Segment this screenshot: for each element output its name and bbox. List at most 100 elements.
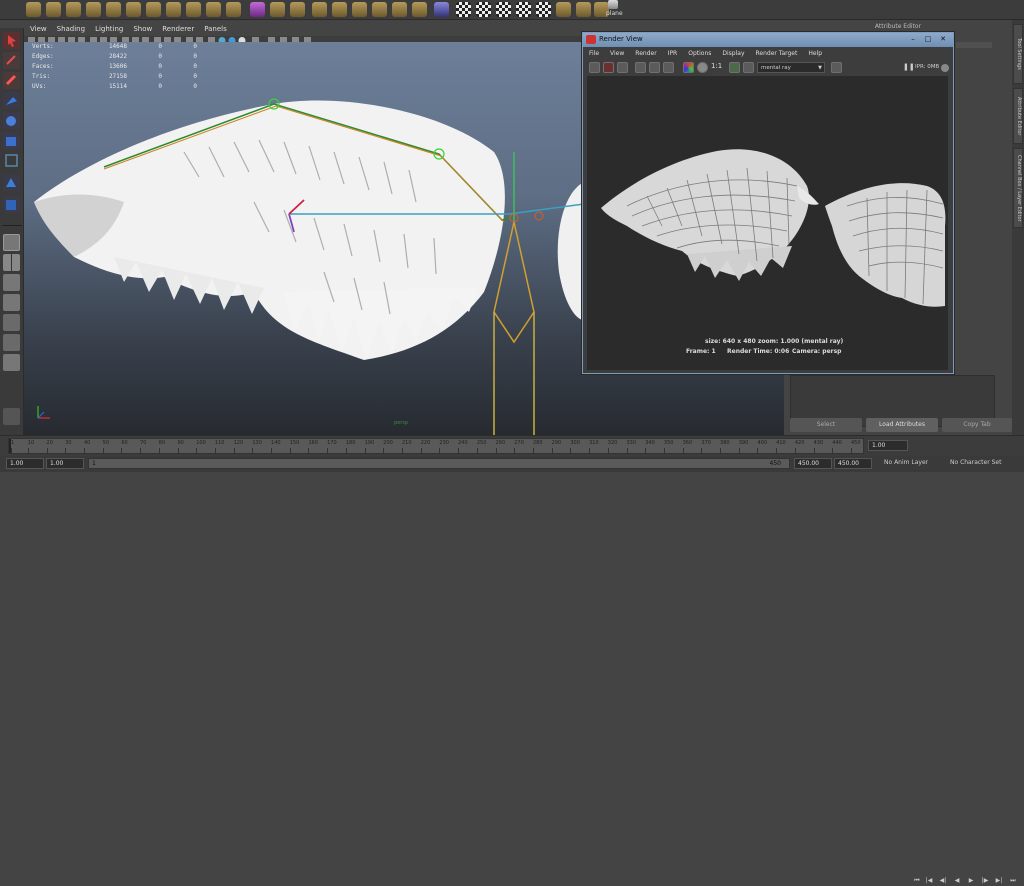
rv-menu-view[interactable]: View bbox=[610, 50, 624, 59]
step-forward-key-icon[interactable]: ▶| bbox=[994, 876, 1004, 886]
current-frame-field[interactable]: 1.00 bbox=[868, 440, 908, 451]
layout-two-icon[interactable] bbox=[3, 274, 20, 291]
anim-layer-select[interactable]: No Anim Layer bbox=[884, 459, 928, 466]
shelf-tool-icon[interactable] bbox=[106, 2, 121, 17]
menu-renderer[interactable]: Renderer bbox=[162, 25, 194, 36]
scale-tool-icon[interactable] bbox=[3, 132, 20, 149]
rv-menu-help[interactable]: Help bbox=[808, 50, 822, 59]
range-slider-bar[interactable]: 1 450 bbox=[88, 458, 790, 469]
load-attributes-button[interactable]: Load Attributes bbox=[866, 418, 938, 432]
paint-select-icon[interactable] bbox=[3, 72, 20, 89]
play-backward-icon[interactable]: ◀ bbox=[952, 876, 962, 886]
move-tool-icon[interactable] bbox=[3, 92, 20, 109]
shelf-tool-icon[interactable] bbox=[186, 2, 201, 17]
select-button[interactable]: Select bbox=[790, 418, 862, 432]
soft-mod-icon[interactable] bbox=[3, 174, 20, 191]
shelf-tool-icon[interactable] bbox=[576, 2, 591, 17]
shelf-tool-icon[interactable] bbox=[392, 2, 407, 17]
checker-icon[interactable] bbox=[496, 2, 511, 17]
step-forward-frame-icon[interactable]: |▶ bbox=[980, 876, 990, 886]
shelf-tool-icon[interactable] bbox=[86, 2, 101, 17]
show-manip-icon[interactable] bbox=[3, 196, 20, 213]
maximize-icon[interactable]: □ bbox=[922, 35, 934, 44]
shelf-tool-icon[interactable] bbox=[226, 2, 241, 17]
play-forward-icon[interactable]: ▶ bbox=[966, 876, 976, 886]
layout-outliner-icon[interactable] bbox=[3, 294, 20, 311]
menu-lighting[interactable]: Lighting bbox=[95, 25, 123, 36]
playback-end-field[interactable]: 450.00 bbox=[794, 458, 832, 469]
start-time-field[interactable]: 1.00 bbox=[6, 458, 44, 469]
shelf-tool-icon[interactable] bbox=[270, 2, 285, 17]
shelf-tool-icon[interactable] bbox=[312, 2, 327, 17]
shelf-tool-icon[interactable] bbox=[26, 2, 41, 17]
menu-shading[interactable]: Shading bbox=[57, 25, 85, 36]
rotate-tool-icon[interactable] bbox=[3, 112, 20, 129]
step-back-key-icon[interactable]: |◀ bbox=[924, 876, 934, 886]
rgb-channels-icon[interactable] bbox=[683, 62, 694, 73]
menu-show[interactable]: Show bbox=[133, 25, 152, 36]
render-image-canvas[interactable]: size: 640 x 480 zoom: 1.000 (mental ray)… bbox=[587, 76, 948, 370]
rv-menu-file[interactable]: File bbox=[589, 50, 599, 59]
render-view-window[interactable]: Render View – □ ✕ File View Render IPR O… bbox=[582, 32, 954, 374]
rv-menu-options[interactable]: Options bbox=[688, 50, 711, 59]
checker-icon[interactable] bbox=[516, 2, 531, 17]
layout-persp-graph-icon[interactable] bbox=[3, 314, 20, 331]
render-settings-icon[interactable] bbox=[831, 62, 842, 73]
refresh-ipr-icon[interactable] bbox=[649, 62, 660, 73]
shelf-tool-icon[interactable] bbox=[250, 2, 265, 17]
layout-script-icon[interactable] bbox=[3, 408, 20, 425]
menu-panels[interactable]: Panels bbox=[204, 25, 227, 36]
layout-four-icon[interactable] bbox=[3, 254, 20, 271]
checker-icon[interactable] bbox=[456, 2, 471, 17]
attribute-editor-tab[interactable]: Attribute Editor bbox=[1013, 88, 1023, 144]
shelf-tool-icon[interactable] bbox=[290, 2, 305, 17]
playback-start-field[interactable]: 1.00 bbox=[46, 458, 84, 469]
shelf-tool-icon[interactable] bbox=[434, 2, 449, 17]
tool-settings-tab[interactable]: Tool Settings bbox=[1013, 24, 1023, 84]
shelf-tool-icon[interactable] bbox=[66, 2, 81, 17]
attribute-tab[interactable] bbox=[956, 42, 992, 48]
shelf-tool-icon[interactable] bbox=[126, 2, 141, 17]
snapshot-icon[interactable] bbox=[617, 62, 628, 73]
renderer-select[interactable]: mental ray ▼ bbox=[757, 62, 825, 73]
shelf-tool-icon[interactable] bbox=[372, 2, 387, 17]
rv-menu-render[interactable]: Render bbox=[635, 50, 656, 59]
character-set-select[interactable]: No Character Set bbox=[950, 459, 1001, 466]
shelf-tool-icon[interactable] bbox=[352, 2, 367, 17]
shelf-tool-icon[interactable] bbox=[146, 2, 161, 17]
one-to-one-button[interactable]: 1:1 bbox=[711, 62, 722, 70]
rv-menu-render-target[interactable]: Render Target bbox=[756, 50, 798, 59]
close-icon[interactable]: ✕ bbox=[937, 35, 949, 44]
keep-image-icon[interactable] bbox=[729, 62, 740, 73]
step-back-frame-icon[interactable]: ◀| bbox=[938, 876, 948, 886]
select-tool-icon[interactable] bbox=[3, 32, 20, 49]
rv-menu-display[interactable]: Display bbox=[722, 50, 744, 59]
shelf-tool-icon[interactable] bbox=[166, 2, 181, 17]
shelf-tool-icon[interactable] bbox=[556, 2, 571, 17]
channel-box-tab[interactable]: Channel Box / Layer Editor bbox=[1013, 148, 1023, 228]
shelf-tool-icon[interactable] bbox=[206, 2, 221, 17]
rv-menu-ipr[interactable]: IPR bbox=[668, 50, 678, 59]
go-to-start-icon[interactable]: ⏮ bbox=[912, 876, 922, 886]
ipr-render-icon[interactable] bbox=[635, 62, 646, 73]
alpha-channel-icon[interactable] bbox=[697, 62, 708, 73]
shelf-tool-icon[interactable] bbox=[332, 2, 347, 17]
render-view-titlebar[interactable]: Render View – □ ✕ bbox=[583, 33, 953, 47]
layout-custom-icon[interactable] bbox=[3, 354, 20, 371]
menu-view[interactable]: View bbox=[30, 25, 47, 36]
remove-image-icon[interactable] bbox=[743, 62, 754, 73]
lasso-tool-icon[interactable] bbox=[3, 52, 20, 69]
redo-render-icon[interactable] bbox=[589, 62, 600, 73]
copy-tab-button[interactable]: Copy Tab bbox=[942, 418, 1012, 432]
stop-icon[interactable] bbox=[663, 62, 674, 73]
minimize-icon[interactable]: – bbox=[907, 35, 919, 44]
render-region-icon[interactable] bbox=[603, 62, 614, 73]
shelf-tool-icon[interactable] bbox=[412, 2, 427, 17]
layout-hypershade-icon[interactable] bbox=[3, 334, 20, 351]
go-to-end-icon[interactable]: ⏭ bbox=[1008, 876, 1018, 886]
checker-icon[interactable] bbox=[476, 2, 491, 17]
time-ruler[interactable]: 1 10 20 30 40 50 60 70 80 90 100 110 120 130 140 150 160… bbox=[8, 438, 864, 454]
end-time-field[interactable]: 450.00 bbox=[834, 458, 872, 469]
pause-ipr-icon[interactable]: ❚❚ bbox=[903, 63, 915, 71]
universal-manip-icon[interactable] bbox=[3, 152, 20, 169]
